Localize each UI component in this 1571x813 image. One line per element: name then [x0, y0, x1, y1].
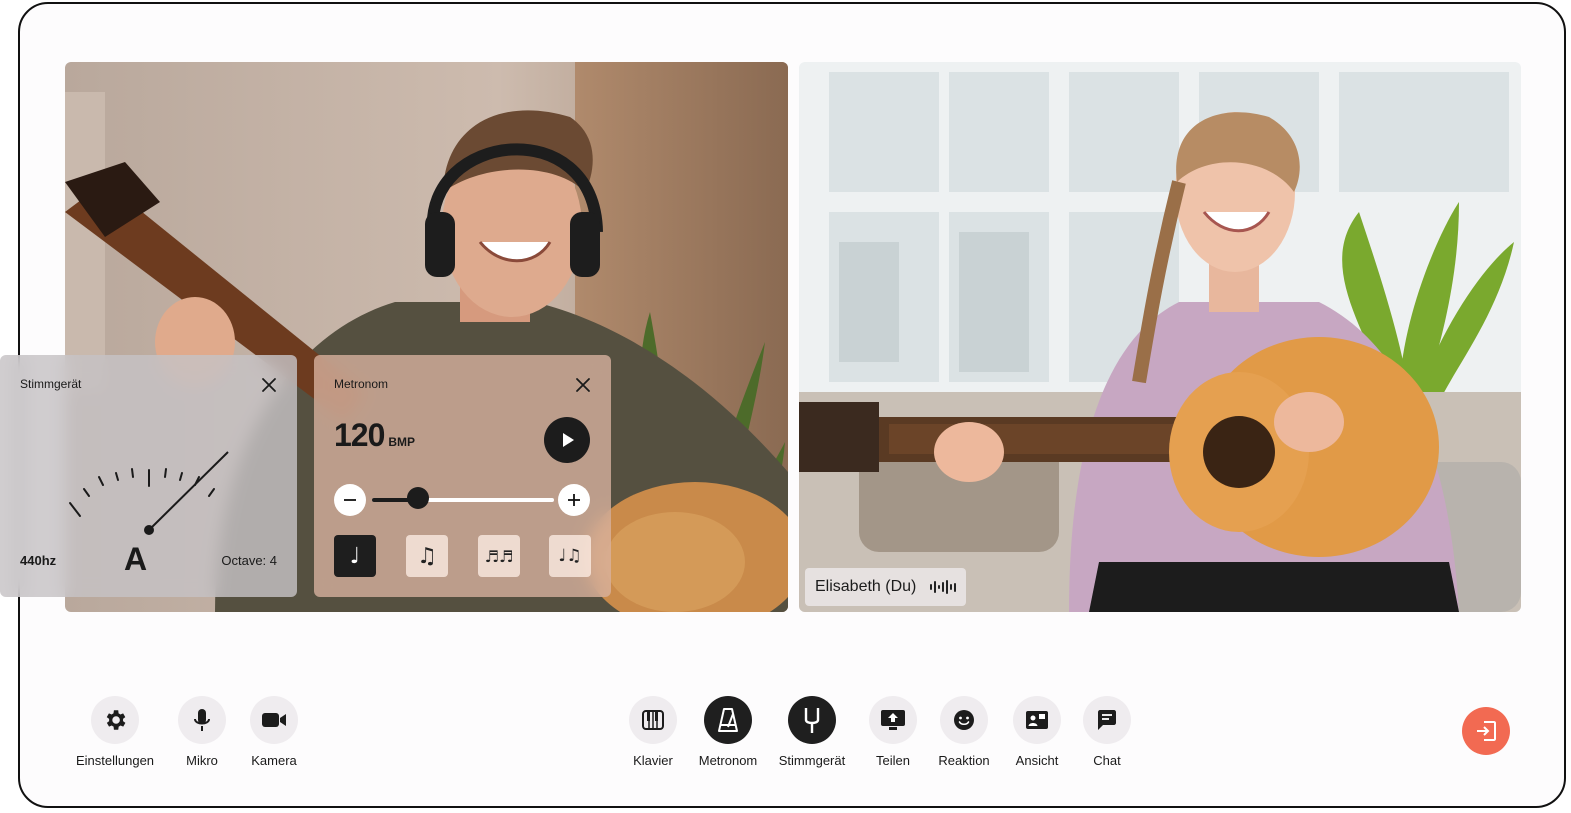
bpm-display: 120 BMP	[334, 417, 415, 454]
play-icon	[563, 433, 574, 447]
metronome-icon	[718, 708, 738, 732]
view-circle	[1013, 696, 1061, 744]
metronome-close-button[interactable]	[573, 375, 593, 395]
tempo-increase-button[interactable]	[558, 484, 590, 516]
metronome-panel: Metronom 120 BMP ♩ ♫ ♬♬ ♩♫	[314, 355, 611, 597]
close-icon	[576, 378, 590, 392]
bpm-value: 120	[334, 417, 385, 453]
microphone-icon	[194, 709, 210, 731]
bpm-unit: BMP	[388, 435, 416, 449]
participant-name-tag: Elisabeth (Du)	[805, 568, 967, 606]
note-value-quarter-button[interactable]: ♩	[334, 535, 376, 577]
dotted-notes-icon: ♩♫	[558, 546, 582, 566]
camera-circle	[250, 696, 298, 744]
reaction-button[interactable]: Reaktion	[931, 696, 997, 768]
close-icon	[262, 378, 276, 392]
camera-button[interactable]: Kamera	[242, 696, 306, 768]
share-button[interactable]: Teilen	[861, 696, 925, 768]
chat-icon	[1098, 710, 1116, 730]
gear-icon	[106, 710, 126, 730]
screen-share-icon	[881, 710, 905, 730]
tuner-panel: Stimmgerät 440hz A Octave: 4	[0, 355, 297, 597]
chat-button[interactable]: Chat	[1075, 696, 1139, 768]
smiley-icon	[954, 710, 974, 730]
reaction-circle	[940, 696, 988, 744]
metronome-label: Metronom	[698, 753, 758, 768]
view-label: Ansicht	[1015, 753, 1059, 768]
tuner-circle	[788, 696, 836, 744]
piano-icon	[642, 710, 664, 730]
tempo-slider[interactable]	[372, 498, 554, 502]
metronome-button[interactable]: Metronom	[691, 696, 765, 768]
note-value-triplet-button[interactable]: ♩♫	[549, 535, 591, 577]
tuning-fork-icon	[804, 708, 820, 733]
tuner-note: A	[124, 541, 148, 577]
layout-icon	[1026, 711, 1048, 729]
self-video-feed	[799, 62, 1521, 612]
view-button[interactable]: Ansicht	[1005, 696, 1069, 768]
tempo-slider-thumb[interactable]	[406, 487, 429, 509]
note-value-sixteenth-button[interactable]: ♬♬	[478, 535, 520, 577]
metronome-circle	[704, 696, 752, 744]
tuner-title: Stimmgerät	[20, 377, 82, 391]
leave-call-button[interactable]	[1462, 707, 1510, 755]
tuner-octave: Octave: 4	[221, 553, 277, 568]
sixteenth-notes-icon: ♬♬	[484, 546, 514, 566]
microphone-button[interactable]: Mikro	[170, 696, 234, 768]
camera-label: Kamera	[251, 753, 297, 768]
tuner-label: Stimmgerät	[778, 753, 846, 768]
microphone-circle	[178, 696, 226, 744]
plus-icon	[568, 494, 580, 506]
settings-label: Einstellungen	[75, 753, 155, 768]
tuner-gauge	[69, 451, 229, 535]
piano-circle	[629, 696, 677, 744]
share-label: Teilen	[876, 753, 910, 768]
leave-icon	[1477, 721, 1496, 741]
tuner-needle	[148, 451, 229, 531]
microphone-label: Mikro	[186, 753, 218, 768]
chat-circle	[1083, 696, 1131, 744]
minus-icon	[344, 499, 356, 501]
tuner-frequency: 440hz	[20, 553, 57, 568]
camera-icon	[262, 713, 286, 727]
chat-label: Chat	[1093, 753, 1121, 768]
participant-name: Elisabeth (Du)	[815, 578, 917, 595]
audio-level-icon	[930, 580, 957, 594]
eighth-notes-icon: ♫	[417, 543, 437, 569]
reaction-label: Reaktion	[938, 753, 990, 768]
tempo-decrease-button[interactable]	[334, 484, 366, 516]
quarter-note-icon: ♩	[349, 543, 361, 569]
tuner-close-button[interactable]	[259, 375, 279, 395]
metronome-title: Metronom	[334, 377, 389, 391]
share-circle	[869, 696, 917, 744]
settings-button[interactable]: Einstellungen	[66, 696, 164, 768]
note-value-eighth-button[interactable]: ♫	[406, 535, 448, 577]
tuner-button[interactable]: Stimmgerät	[772, 696, 852, 768]
piano-label: Klavier	[633, 753, 673, 768]
piano-button[interactable]: Klavier	[621, 696, 685, 768]
play-button[interactable]	[544, 417, 590, 463]
settings-circle	[91, 696, 139, 744]
video-tile-self: Elisabeth (Du)	[799, 62, 1521, 612]
